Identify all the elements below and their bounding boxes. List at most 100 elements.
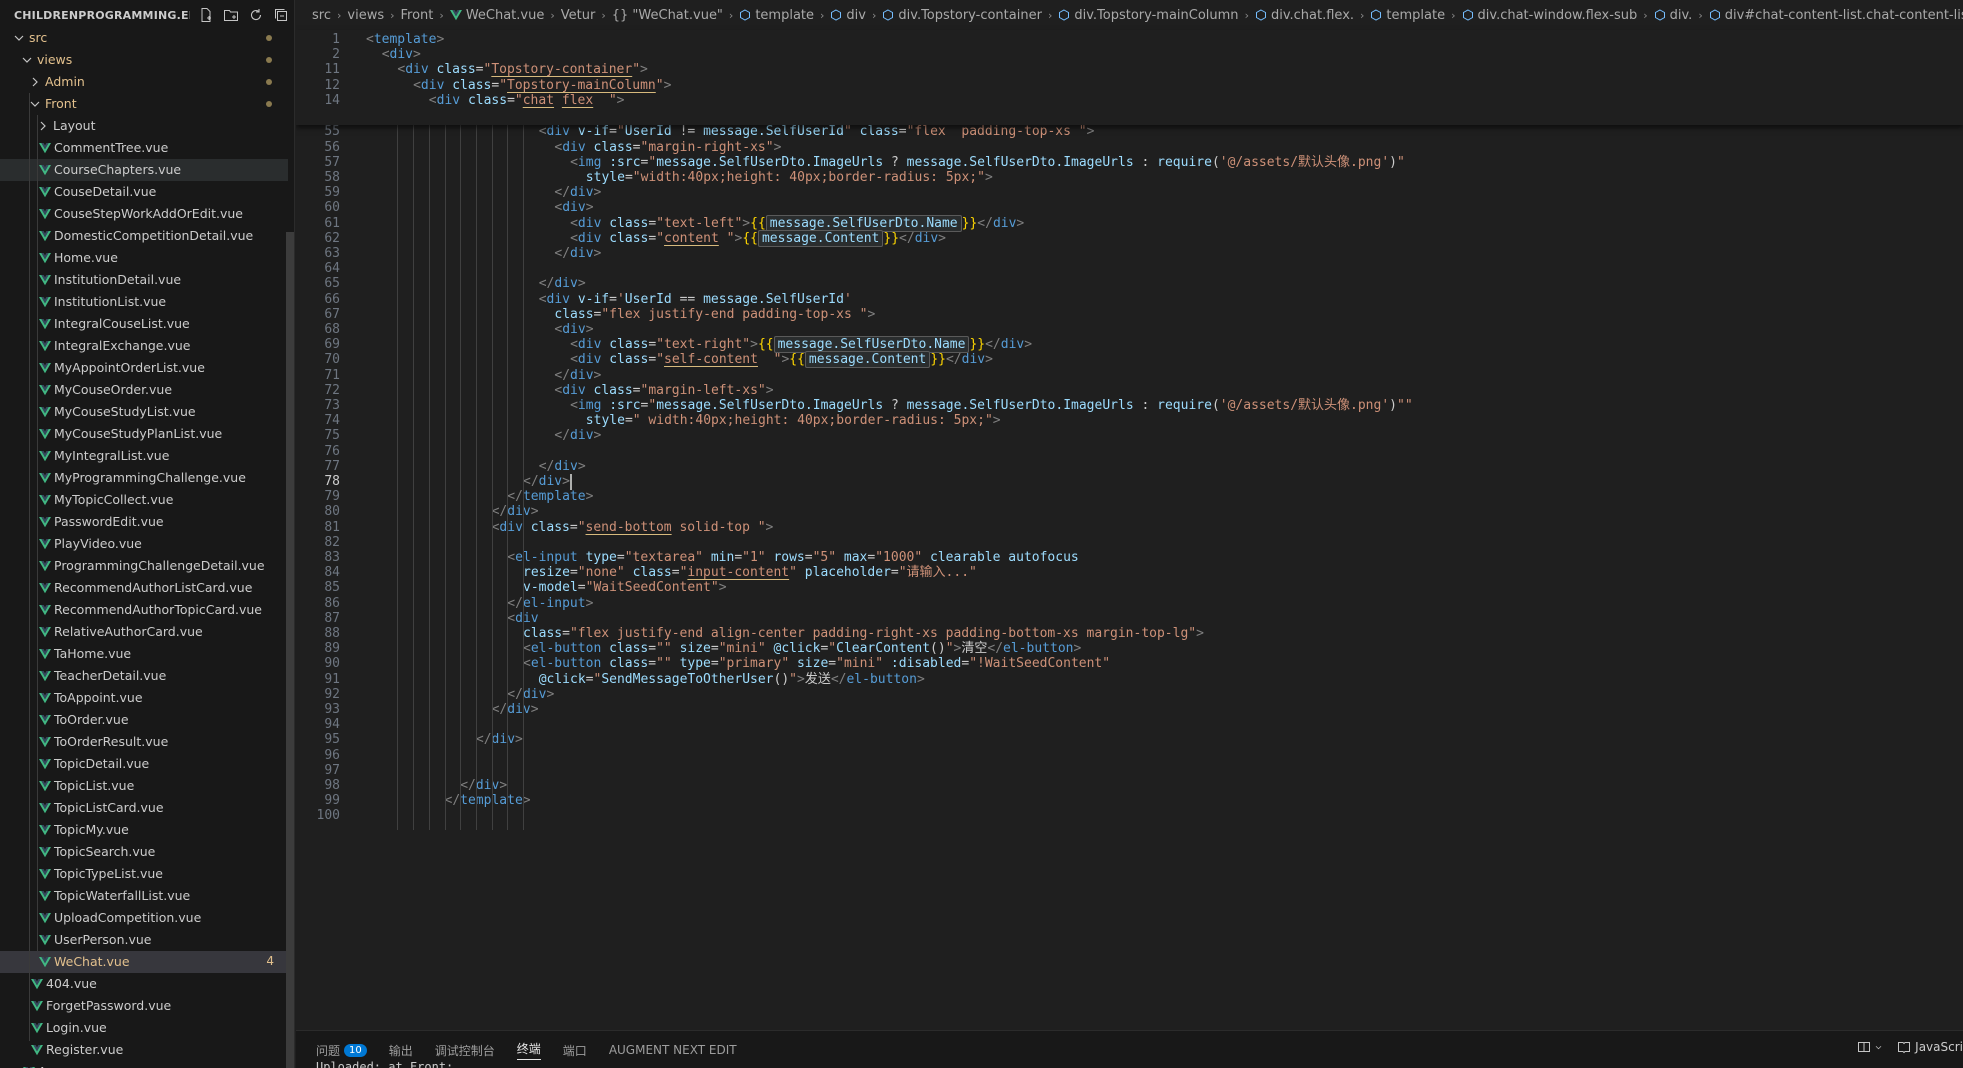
tree-file[interactable]: MyProgrammingChallenge.vue <box>0 467 288 489</box>
breadcrumb-separator-icon: › <box>728 8 734 22</box>
tree-item-label: DomesticCompetitionDetail.vue <box>54 228 254 243</box>
panel-tab-label: 端口 <box>562 1043 587 1058</box>
breadcrumb-item[interactable]: Vetur <box>561 8 596 23</box>
breadcrumb-item[interactable]: div <box>830 8 866 23</box>
tree-item-label: RelativeAuthorCard.vue <box>54 624 203 639</box>
tree-file[interactable]: IntegralExchange.vue <box>0 335 288 357</box>
code-line[interactable]: 14 <div class="chat flex "> <box>296 91 1963 110</box>
tree-file[interactable]: ToOrderResult.vue <box>0 731 288 753</box>
code-token: div <box>436 92 468 108</box>
indent-guide <box>413 125 415 830</box>
breadcrumb-item[interactable]: div. <box>1654 8 1692 23</box>
tree-file[interactable]: CouseStepWorkAddOrEdit.vue <box>0 203 288 225</box>
collapse-all-icon[interactable] <box>273 7 289 23</box>
breadcrumb-item[interactable]: div.chat-window.flex-sub <box>1462 7 1638 23</box>
tree-file[interactable]: Home.vue <box>0 247 288 269</box>
tree-file[interactable]: DomesticCompetitionDetail.vue <box>0 225 288 247</box>
refresh-icon[interactable] <box>248 7 264 23</box>
tree-file[interactable]: TopicTypeList.vue <box>0 863 288 885</box>
tree-file[interactable]: IntegralCouseList.vue <box>0 313 288 335</box>
panel-tab[interactable]: AUGMENT NEXT EDIT <box>609 1043 737 1057</box>
tree-file[interactable]: TopicList.vue <box>0 775 288 797</box>
tree-file[interactable]: MyTopicCollect.vue <box>0 489 288 511</box>
breadcrumb-item[interactable]: div#chat-content-list.chat-content-list <box>1709 8 1963 23</box>
breadcrumb-separator-icon: › <box>601 8 606 22</box>
tree-file[interactable]: RecommendAuthorListCard.vue <box>0 577 288 599</box>
tree-file[interactable]: PlayVideo.vue <box>0 533 288 555</box>
tree-file[interactable]: TopicSearch.vue <box>0 841 288 863</box>
tree-file[interactable]: TopicMy.vue <box>0 819 288 841</box>
tree-folder[interactable]: Admin <box>0 71 288 93</box>
breadcrumb-item[interactable]: div.chat.flex. <box>1255 8 1354 23</box>
breadcrumb-item[interactable]: {} "WeChat.vue" <box>612 8 723 23</box>
tree-file[interactable]: WeChat.vue 4 <box>0 951 288 973</box>
tree-item-label: TeacherDetail.vue <box>54 668 167 683</box>
breadcrumb-item[interactable]: Front <box>401 8 434 23</box>
tree-file[interactable]: CouseDetail.vue <box>0 181 288 203</box>
indent-guide <box>460 125 462 830</box>
sticky-scroll-header[interactable]: 1 <template> 2 <div> 11 <div class="Topstory-… <box>296 30 1963 125</box>
tree-file[interactable]: MyCouseStudyPlanList.vue <box>0 423 288 445</box>
tree-file[interactable]: Register.vue <box>0 1039 288 1061</box>
tree-file[interactable]: UserPerson.vue <box>0 929 288 951</box>
tree-file[interactable]: TopicListCard.vue <box>0 797 288 819</box>
tree-file[interactable]: ForgetPassword.vue <box>0 995 288 1017</box>
tree-file[interactable]: MyIntegralList.vue <box>0 445 288 467</box>
breadcrumb-item[interactable]: div.Topstory-container <box>882 8 1042 23</box>
tree-folder[interactable]: Layout <box>0 115 288 137</box>
tree-file[interactable]: ToAppoint.vue <box>0 687 288 709</box>
panel-tab[interactable]: 调试控制台 <box>435 1042 495 1059</box>
split-layout-icon[interactable] <box>1857 1040 1883 1054</box>
panel-tab[interactable]: 终端 <box>516 1040 541 1060</box>
tree-file[interactable]: UploadCompetition.vue <box>0 907 288 929</box>
tree-file[interactable]: TopicDetail.vue <box>0 753 288 775</box>
breadcrumb-label: div.chat-window.flex-sub <box>1477 7 1638 23</box>
language-mode[interactable]: JavaScri <box>1897 1040 1963 1054</box>
explorer-sidebar: CHILDRENPROGRAMMING.ELE... src views Admin… <box>0 0 295 1068</box>
breadcrumb-item[interactable]: WeChat.vue <box>449 8 544 23</box>
tree-file[interactable]: RecommendAuthorTopicCard.vue <box>0 599 288 621</box>
tree-folder[interactable]: views <box>0 49 288 71</box>
tree-file[interactable]: ProgrammingChallengeDetail.vue <box>0 555 288 577</box>
breadcrumb-item[interactable]: template <box>739 8 814 23</box>
tree-file[interactable]: TeacherDetail.vue <box>0 665 288 687</box>
line-number: 100 <box>316 808 340 824</box>
tree-file[interactable]: InstitutionDetail.vue <box>0 269 288 291</box>
breadcrumb-separator-icon: › <box>1698 8 1703 22</box>
tree-folder[interactable]: Front <box>0 93 288 115</box>
tree-item-label: MyCouseOrder.vue <box>54 382 173 397</box>
tree-file[interactable]: RelativeAuthorCard.vue <box>0 621 288 643</box>
tree-file[interactable]: TopicWaterfallList.vue <box>0 885 288 907</box>
bottom-panel: 问题 10 输出 调试控制台 终端 端口 AUGMENT NEXT EDIT Uploade… <box>296 1030 1963 1068</box>
sidebar-scrollbar[interactable] <box>286 232 294 1068</box>
tree-folder[interactable]: src <box>0 27 288 49</box>
tree-file[interactable]: MyCouseStudyList.vue <box>0 401 288 423</box>
tree-file[interactable]: MyCouseOrder.vue <box>0 379 288 401</box>
tree-item-label: TopicList.vue <box>54 778 135 793</box>
tree-file[interactable]: CommentTree.vue <box>0 137 288 159</box>
panel-tab[interactable]: 问题 10 <box>316 1042 367 1059</box>
tree-file[interactable]: InstitutionList.vue <box>0 291 288 313</box>
breadcrumb-item[interactable]: views <box>347 8 384 23</box>
tree-file[interactable]: 404.vue <box>0 973 288 995</box>
breadcrumb-item[interactable]: template <box>1370 8 1445 23</box>
panel-tab[interactable]: 端口 <box>563 1042 587 1059</box>
tree-item-label: CommentTree.vue <box>54 140 169 155</box>
breadcrumb-item[interactable]: src <box>312 8 331 23</box>
panel-tab[interactable]: 输出 <box>389 1042 413 1059</box>
breadcrumb-item[interactable]: div.Topstory-mainColumn <box>1058 8 1239 23</box>
code-area[interactable]: 53<div class="margin-top-xs text-center … <box>296 30 1963 1030</box>
tree-file[interactable]: TaHome.vue <box>0 643 288 665</box>
tree-file[interactable]: CourseChapters.vue <box>0 159 288 181</box>
tree-file[interactable]: PasswordEdit.vue <box>0 511 288 533</box>
new-file-icon[interactable] <box>198 7 214 23</box>
tree-file[interactable]: ToOrder.vue <box>0 709 288 731</box>
tree-file[interactable]: Login.vue <box>0 1017 288 1039</box>
code-line[interactable]: 100 <box>296 806 1963 825</box>
tree-file[interactable]: MyAppointOrderList.vue <box>0 357 288 379</box>
tree-item-label: MyAppointOrderList.vue <box>54 360 205 375</box>
tree-item-label: TopicSearch.vue <box>54 844 156 859</box>
tree-file[interactable]: App.vue <box>0 1061 288 1068</box>
new-folder-icon[interactable] <box>223 7 239 23</box>
